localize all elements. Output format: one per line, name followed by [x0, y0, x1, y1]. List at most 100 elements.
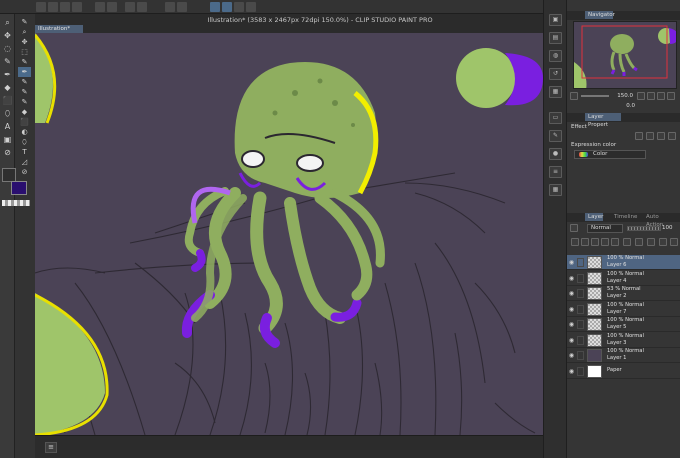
- eye-icon[interactable]: ◉: [568, 368, 575, 375]
- canvas-tab[interactable]: Illustration*: [35, 25, 83, 33]
- lock-layer-icon[interactable]: [601, 238, 609, 246]
- cmd-snap-ruler-icon[interactable]: [210, 2, 220, 12]
- transparent-color-swatch[interactable]: [2, 200, 30, 206]
- tab-navigator[interactable]: Navigator: [585, 11, 615, 19]
- main-color-swatch[interactable]: [2, 168, 16, 182]
- mask-icon[interactable]: [623, 238, 631, 246]
- subtool-icon[interactable]: ✒: [18, 67, 31, 77]
- tab-layer-property[interactable]: Layer Propert: [585, 113, 621, 128]
- subtool-icon[interactable]: ⊘: [18, 167, 31, 177]
- tool-icon[interactable]: ▣: [2, 135, 13, 145]
- color-set-icon[interactable]: ▦: [549, 184, 562, 196]
- cmd-transform-icon[interactable]: [165, 2, 175, 12]
- material-icon[interactable]: ▦: [549, 86, 562, 98]
- cmd-open-icon[interactable]: [48, 2, 58, 12]
- tool-icon[interactable]: ◌: [2, 44, 13, 54]
- subtool-icon[interactable]: ◐: [18, 127, 31, 137]
- cmd-clear-icon[interactable]: [125, 2, 135, 12]
- cmd-snap-special-icon[interactable]: [222, 2, 232, 12]
- subtool-icon[interactable]: ✎: [18, 17, 31, 27]
- subtool-icon[interactable]: ✎: [18, 57, 31, 67]
- subtool-icon[interactable]: ✎: [18, 87, 31, 97]
- layer-row[interactable]: ◉ 100 % Normal Layer 6: [567, 255, 680, 270]
- effect-color-icon[interactable]: [657, 132, 665, 140]
- tool-icon[interactable]: ⌕: [2, 18, 13, 28]
- eye-icon[interactable]: ◉: [568, 275, 575, 282]
- eye-icon[interactable]: ◉: [568, 352, 575, 359]
- layer-edit-toggle[interactable]: [577, 273, 584, 283]
- color-slider-icon[interactable]: ≡: [549, 166, 562, 178]
- cmd-snap-grid-icon[interactable]: [234, 2, 244, 12]
- tool-icon[interactable]: ⬯: [2, 109, 13, 119]
- tool-icon[interactable]: ⬛: [2, 96, 13, 106]
- delete-layer-icon[interactable]: [670, 238, 678, 246]
- drawing-canvas[interactable]: [35, 33, 543, 435]
- tool-property-icon[interactable]: ✎: [549, 130, 562, 142]
- eye-icon[interactable]: ◉: [568, 259, 575, 266]
- opacity-value[interactable]: 100: [662, 224, 674, 233]
- tool-icon[interactable]: ✎: [2, 57, 13, 67]
- actual-size-icon[interactable]: [657, 92, 665, 100]
- cmd-settings-icon[interactable]: [246, 2, 256, 12]
- blend-mode-select[interactable]: Normal: [587, 224, 623, 233]
- cmd-redo-icon[interactable]: [107, 2, 117, 12]
- merge-down-icon[interactable]: [659, 238, 667, 246]
- sub-view-icon[interactable]: ▭: [549, 112, 562, 124]
- cmd-save-icon[interactable]: [60, 2, 70, 12]
- layer-row[interactable]: ◉ 100 % Normal Layer 7: [567, 302, 680, 317]
- tool-icon[interactable]: ⊘: [2, 148, 13, 158]
- canvas-menu-button[interactable]: ≡: [45, 442, 57, 453]
- subtool-icon[interactable]: ⬛: [18, 117, 31, 127]
- eye-icon[interactable]: ◉: [568, 337, 575, 344]
- layer-edit-toggle[interactable]: [577, 366, 584, 376]
- lock-transparency-icon[interactable]: [611, 238, 619, 246]
- tool-icon[interactable]: ✒: [2, 70, 13, 80]
- rotation-value[interactable]: 0.0: [621, 102, 635, 110]
- fit-icon[interactable]: [647, 92, 655, 100]
- zoom-value[interactable]: 150.0: [611, 92, 633, 100]
- layer-edit-toggle[interactable]: [577, 351, 584, 360]
- subtool-icon[interactable]: ◆: [18, 107, 31, 117]
- tool-icon[interactable]: ◆: [2, 83, 13, 93]
- navigator-icon[interactable]: ▣: [549, 14, 562, 26]
- subtool-icon[interactable]: ◿: [18, 157, 31, 167]
- navigator-preview[interactable]: [573, 21, 677, 89]
- subtool-icon[interactable]: ✥: [18, 37, 31, 47]
- cmd-deselect-icon[interactable]: [177, 2, 187, 12]
- subtool-icon[interactable]: ⌕: [18, 27, 31, 37]
- draft-layer-icon[interactable]: [591, 238, 599, 246]
- subtool-icon[interactable]: T: [18, 147, 31, 157]
- layer-row[interactable]: ◉ 53 % Normal Layer 2: [567, 286, 680, 301]
- eye-icon[interactable]: ◉: [568, 321, 575, 328]
- color-wheel-icon[interactable]: ◍: [549, 50, 562, 62]
- eye-icon[interactable]: ◉: [568, 306, 575, 313]
- effect-extract-icon[interactable]: [668, 132, 676, 140]
- clip-lower-icon[interactable]: [571, 238, 579, 246]
- new-layer-icon[interactable]: [635, 238, 643, 246]
- subtool-icon[interactable]: ✎: [18, 97, 31, 107]
- layer-edit-toggle[interactable]: [577, 320, 584, 329]
- layer-edit-toggle[interactable]: [577, 304, 584, 314]
- cmd-fill-icon[interactable]: [137, 2, 147, 12]
- layer-row[interactable]: ◉ 100 % Normal Layer 3: [567, 333, 680, 348]
- tab-layer[interactable]: Layer: [585, 213, 603, 221]
- subtool-icon[interactable]: ⬯: [18, 137, 31, 147]
- layer-row[interactable]: ◉ Paper: [567, 364, 680, 379]
- cmd-undo-icon[interactable]: [95, 2, 105, 12]
- zoom-in-icon[interactable]: [637, 92, 645, 100]
- tab-timeline[interactable]: Timeline: [611, 213, 637, 221]
- reference-layer-icon[interactable]: [581, 238, 589, 246]
- subtool-icon[interactable]: ⬚: [18, 47, 31, 57]
- layer-edit-toggle[interactable]: [577, 289, 584, 298]
- layer-row[interactable]: ◉ 100 % Normal Layer 1: [567, 348, 680, 363]
- expression-color-select[interactable]: Color: [574, 150, 646, 159]
- flip-icon[interactable]: [667, 92, 675, 100]
- zoom-out-icon[interactable]: [570, 92, 578, 100]
- layer-edit-toggle[interactable]: [577, 258, 584, 267]
- cmd-new-icon[interactable]: [36, 2, 46, 12]
- cmd-export-icon[interactable]: [72, 2, 82, 12]
- eye-icon[interactable]: ◉: [568, 290, 575, 297]
- layer-property-icon[interactable]: ▤: [549, 32, 562, 44]
- layer-color-icon[interactable]: [570, 224, 578, 232]
- subtool-icon[interactable]: ✎: [18, 77, 31, 87]
